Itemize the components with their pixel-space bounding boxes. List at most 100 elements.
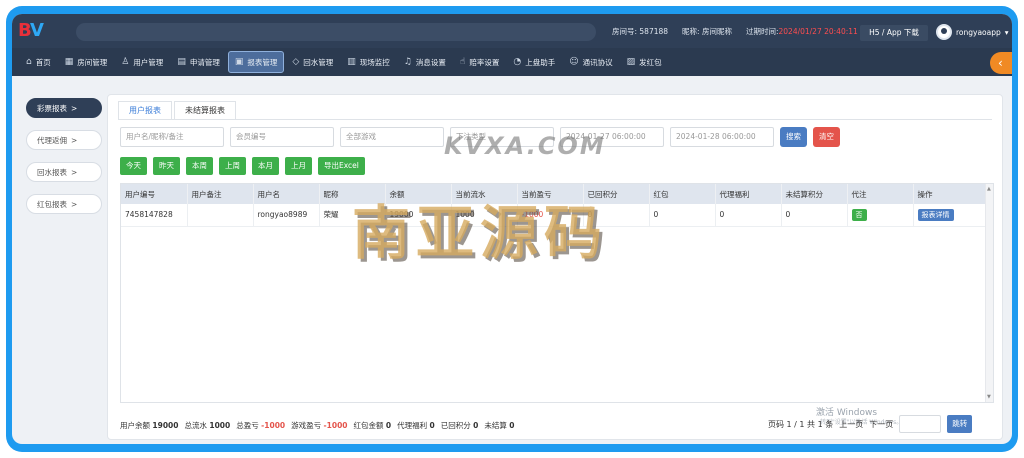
nav-label: 首页 <box>35 57 51 67</box>
room-number: 房间号: 587188 <box>612 27 669 36</box>
clear-button[interactable]: 清空 <box>813 127 840 147</box>
table-header-cell: 红包 <box>649 184 716 204</box>
cell-redpack: 0 <box>649 204 716 227</box>
chevron-right-icon: > <box>71 199 78 209</box>
pagination: 页码 1 / 1 共 1 条 上一页 下一页 跳转 <box>768 415 973 433</box>
scroll-up-icon[interactable]: ▲ <box>987 186 991 192</box>
nav-item-4[interactable]: ▣ 报表管理 <box>227 51 285 73</box>
cell-username: rongyao8989 <box>253 204 320 227</box>
user-menu[interactable]: rongyaoapp ▾ <box>936 23 1009 41</box>
end-date-input[interactable]: 2024-01-28 06:00:00 <box>670 127 774 147</box>
side-menu-label: 红包报表 <box>37 199 67 209</box>
summary-returned: 已回积分 0 <box>440 421 479 430</box>
proxy-status-badge[interactable]: 否 <box>851 208 867 221</box>
quick-range-button[interactable]: 上周 <box>219 157 246 175</box>
nav-label: 现场监控 <box>359 57 390 67</box>
table-header-cell: 代注 <box>847 184 914 204</box>
game-select[interactable]: 全部游戏 <box>340 127 444 147</box>
account-info: 房间号: 587188 昵称: 房间昵称 过期时间:2024/01/27 20:… <box>612 26 858 38</box>
nav-label: 申请管理 <box>189 57 220 67</box>
cell-proxy: 否 <box>847 204 914 227</box>
nav-icon: ⌂ <box>26 57 32 67</box>
nav-icon: ♙ <box>121 57 130 67</box>
summary-game-profit: 游戏盈亏 -1000 <box>291 421 348 430</box>
nav-label: 赔率设置 <box>469 57 500 67</box>
quick-range-button[interactable]: 上月 <box>285 157 312 175</box>
side-menu-item[interactable]: 彩票报表 > <box>26 98 102 118</box>
side-menu-item[interactable]: 代理返佣 > <box>26 130 102 150</box>
outer-frame: BV 房间号: 587188 昵称: 房间昵称 过期时间:2024/01/27 … <box>6 6 1018 452</box>
main-nav: ⌂ 首页 ▦ 房间管理 ♙ 用户管理 ▤ 申请管理 ▣ 报表管理 ◇ 回水管理 ▥ 现场监控 ♫ 消息设置 ☝ 赔… <box>12 48 1012 76</box>
member-id-input[interactable]: 会员编号 <box>230 127 334 147</box>
nav-item-0[interactable]: ⌂ 首页 <box>20 51 57 73</box>
table-header-cell: 未结算积分 <box>781 184 848 204</box>
search-button[interactable]: 搜索 <box>780 127 807 147</box>
side-menu-label: 代理返佣 <box>37 135 67 145</box>
next-page-button[interactable]: 下一页 <box>869 419 893 430</box>
summary-profit: 总盈亏 -1000 <box>236 421 286 430</box>
nav-label: 消息设置 <box>415 57 446 67</box>
prev-page-button[interactable]: 上一页 <box>839 419 863 430</box>
user-search-input[interactable]: 用户名/昵称/备注 <box>120 127 224 147</box>
quick-range-button[interactable]: 本月 <box>252 157 279 175</box>
top-header: BV 房间号: 587188 昵称: 房间昵称 过期时间:2024/01/27 … <box>12 14 1012 48</box>
summary-turnover: 总流水 1000 <box>184 421 231 430</box>
chevron-down-icon: ▾ <box>1004 27 1009 37</box>
nav-label: 通讯协议 <box>582 57 613 67</box>
nav-icon: ▨ <box>626 57 636 67</box>
chevron-right-icon: > <box>71 167 78 177</box>
quick-range-button[interactable]: 导出Excel <box>318 157 365 175</box>
nav-icon: ◇ <box>292 57 300 67</box>
expire-time-value: 2024/01/27 20:40:11 <box>778 27 858 36</box>
nav-icon: ☺ <box>569 57 579 67</box>
nav-label: 房间管理 <box>77 57 108 67</box>
top-search-bar[interactable] <box>76 23 596 41</box>
nav-label: 用户管理 <box>133 57 164 67</box>
nav-item-9[interactable]: ◔ 上盘助手 <box>507 51 561 73</box>
cell-agent: 0 <box>715 204 782 227</box>
cell-action: 报表详情 <box>913 204 988 227</box>
nav-item-2[interactable]: ♙ 用户管理 <box>115 51 169 73</box>
tab-user-report[interactable]: 用户报表 <box>118 101 172 119</box>
nav-item-10[interactable]: ☺ 通讯协议 <box>563 51 618 73</box>
page-jump-input[interactable] <box>899 415 942 433</box>
nav-item-5[interactable]: ◇ 回水管理 <box>286 51 339 73</box>
side-menu-label: 回水报表 <box>37 167 67 177</box>
chevron-right-icon: > <box>71 135 78 145</box>
table-scrollbar[interactable]: ▲ ▼ <box>985 184 993 402</box>
quick-range-button[interactable]: 本周 <box>186 157 213 175</box>
nav-item-1[interactable]: ▦ 房间管理 <box>59 51 114 73</box>
side-menu-item[interactable]: 红包报表 > <box>26 194 102 214</box>
nav-label: 发红包 <box>639 57 662 67</box>
page-jump-button[interactable]: 跳转 <box>947 415 973 433</box>
nav-item-7[interactable]: ♫ 消息设置 <box>398 51 452 73</box>
back-arrow-button[interactable]: ‹ <box>990 52 1012 74</box>
table-header-cell: 代理福利 <box>715 184 782 204</box>
app-logo: BV <box>18 20 44 41</box>
report-side-menu: 彩票报表 > 代理返佣 > 回水报表 > 红包报表 > <box>26 98 102 226</box>
tab-unsettled-report[interactable]: 未结算报表 <box>174 101 236 119</box>
nav-item-11[interactable]: ▨ 发红包 <box>621 51 668 73</box>
table-header-cell: 用户名 <box>253 184 320 204</box>
nav-icon: ▥ <box>347 57 356 67</box>
nav-item-6[interactable]: ▥ 现场监控 <box>341 51 396 73</box>
h5-app-download-button[interactable]: H5 / App 下载 <box>860 25 928 41</box>
nav-icon: ▤ <box>177 57 186 67</box>
nav-icon: ▦ <box>64 57 74 67</box>
quick-range-button[interactable]: 今天 <box>120 157 147 175</box>
summary-balance: 用户余额 19000 <box>120 421 179 430</box>
nav-icon: ◔ <box>513 57 522 67</box>
nav-icon: ☝ <box>459 57 466 67</box>
nav-label: 回水管理 <box>303 57 334 67</box>
table-header-cell: 用户备注 <box>187 184 254 204</box>
username: rongyaoapp <box>956 27 1001 37</box>
nav-item-8[interactable]: ☝ 赔率设置 <box>454 51 505 73</box>
watermark-domain: KVXA.COM <box>444 132 606 160</box>
quick-range-button[interactable]: 昨天 <box>153 157 180 175</box>
quick-range-buttons: 今天 昨天 本周 上周 本月 上月 导出Excel <box>120 157 365 175</box>
side-menu-item[interactable]: 回水报表 > <box>26 162 102 182</box>
nav-item-3[interactable]: ▤ 申请管理 <box>171 51 226 73</box>
nav-label: 上盘助手 <box>525 57 556 67</box>
scroll-down-icon[interactable]: ▼ <box>987 394 991 400</box>
report-detail-button[interactable]: 报表详情 <box>917 208 954 221</box>
